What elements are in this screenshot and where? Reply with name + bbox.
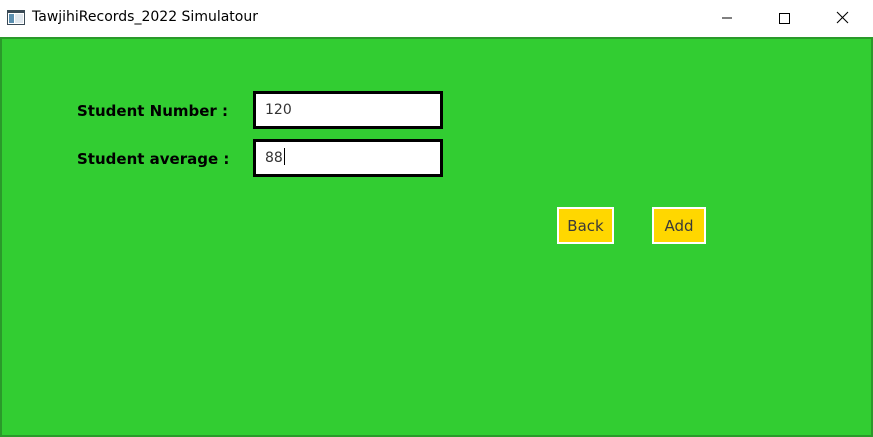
student-number-label: Student Number :: [77, 102, 229, 120]
minimize-icon: [721, 9, 733, 28]
window-app-icon: [7, 10, 25, 25]
form-panel: Student Number : 120 Student average : 8…: [0, 37, 873, 437]
back-button[interactable]: Back: [557, 207, 614, 244]
add-button[interactable]: Add: [652, 207, 706, 244]
student-average-label: Student average :: [77, 150, 230, 168]
student-average-input[interactable]: 88: [253, 139, 443, 177]
student-average-value: 88: [265, 150, 283, 166]
title-bar[interactable]: TawjihiRecords_2022 Simulatour: [0, 0, 873, 37]
close-icon: [836, 9, 849, 28]
student-number-input[interactable]: 120: [253, 91, 443, 129]
app-window: TawjihiRecords_2022 Simulatour Student N…: [0, 0, 873, 437]
maximize-icon: [778, 9, 790, 28]
text-caret: [283, 148, 285, 165]
maximize-button[interactable]: [761, 0, 807, 36]
window-title: TawjihiRecords_2022 Simulatour: [32, 9, 258, 25]
minimize-button[interactable]: [704, 0, 750, 36]
student-number-value: 120: [265, 102, 292, 118]
close-button[interactable]: [819, 0, 865, 36]
